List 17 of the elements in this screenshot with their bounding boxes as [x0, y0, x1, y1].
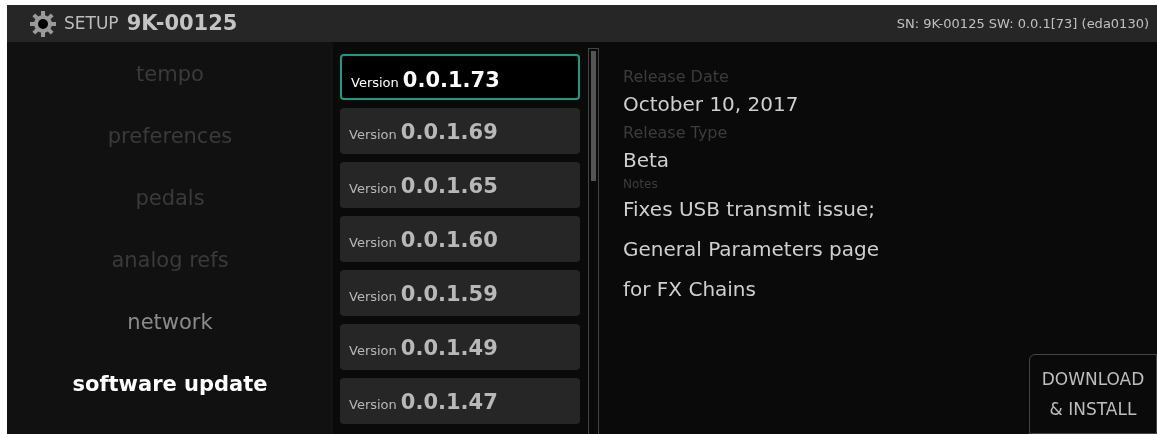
scrollbar[interactable] — [588, 48, 599, 434]
field-value: Fixes USB transmit issue; General Parameters page for FX Chains — [623, 196, 880, 303]
version-item[interactable]: Version 0.0.1.60 — [340, 216, 580, 262]
section-title: SETUP — [64, 11, 119, 35]
field-value: Beta — [623, 147, 671, 174]
version-item[interactable]: Version 0.0.1.65 — [340, 162, 580, 208]
device-id: 9K-00125 — [126, 9, 238, 37]
version-item[interactable]: Version 0.0.1.59 — [340, 270, 580, 316]
nav-item[interactable]: software update — [72, 366, 268, 402]
version-item[interactable]: Version 0.0.1.49 — [340, 324, 580, 370]
device-info: SN: 9K-00125 SW: 0.0.1[73] (eda0130) — [896, 14, 1149, 33]
version-item[interactable]: Version 0.0.1.73 — [340, 54, 580, 100]
download-install-button[interactable]: DOWNLOAD & INSTALL — [1029, 354, 1157, 434]
nav-item[interactable]: network — [127, 304, 213, 340]
field-value: October 10, 2017 — [623, 91, 800, 118]
version-item[interactable]: Version 0.0.1.69 — [340, 108, 580, 154]
version-item[interactable]: Version 0.0.1.47 — [340, 378, 580, 424]
